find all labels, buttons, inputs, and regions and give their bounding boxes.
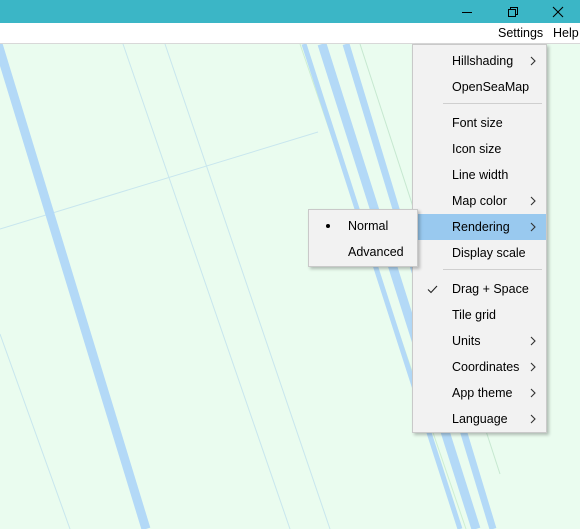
menu-separator (443, 103, 542, 104)
menu-item-map-color[interactable]: Map color (413, 188, 546, 214)
radio-dot-icon (326, 224, 330, 228)
menu-item-coordinates[interactable]: Coordinates (413, 354, 546, 380)
title-bar (0, 0, 580, 23)
restore-icon (508, 6, 518, 17)
menu-item-line-width[interactable]: Line width (413, 162, 546, 188)
rendering-submenu: Normal Advanced (308, 209, 418, 267)
checkmark-icon (427, 276, 438, 302)
menu-item-hillshading[interactable]: Hillshading (413, 48, 546, 74)
settings-menu: Hillshading OpenSeaMap Font size Icon si… (412, 44, 547, 433)
chevron-right-icon (528, 48, 538, 74)
menu-separator (443, 269, 542, 270)
submenu-item-advanced[interactable]: Advanced (309, 239, 417, 265)
menu-item-units[interactable]: Units (413, 328, 546, 354)
minimize-icon (462, 11, 472, 13)
menu-item-rendering[interactable]: Rendering (413, 214, 546, 240)
river-left (0, 44, 151, 529)
chevron-right-icon (528, 328, 538, 354)
menu-bar: Settings Help (0, 23, 580, 44)
menu-help[interactable]: Help (553, 26, 579, 40)
menu-item-display-scale[interactable]: Display scale (413, 240, 546, 266)
menu-item-language[interactable]: Language (413, 406, 546, 432)
close-button[interactable] (535, 0, 580, 23)
restore-button[interactable] (490, 0, 536, 23)
menu-item-app-theme[interactable]: App theme (413, 380, 546, 406)
menu-item-openseamap[interactable]: OpenSeaMap (413, 74, 546, 100)
submenu-item-normal[interactable]: Normal (309, 213, 417, 239)
chevron-right-icon (528, 380, 538, 406)
menu-item-icon-size[interactable]: Icon size (413, 136, 546, 162)
menu-item-font-size[interactable]: Font size (413, 110, 546, 136)
menu-item-drag-space[interactable]: Drag + Space (413, 276, 546, 302)
chevron-right-icon (528, 406, 538, 432)
menu-item-tile-grid[interactable]: Tile grid (413, 302, 546, 328)
close-icon (552, 6, 564, 17)
chevron-right-icon (528, 188, 538, 214)
minimize-button[interactable] (444, 0, 490, 23)
chevron-right-icon (528, 354, 538, 380)
menu-settings[interactable]: Settings (498, 26, 543, 40)
chevron-right-icon (528, 214, 538, 240)
